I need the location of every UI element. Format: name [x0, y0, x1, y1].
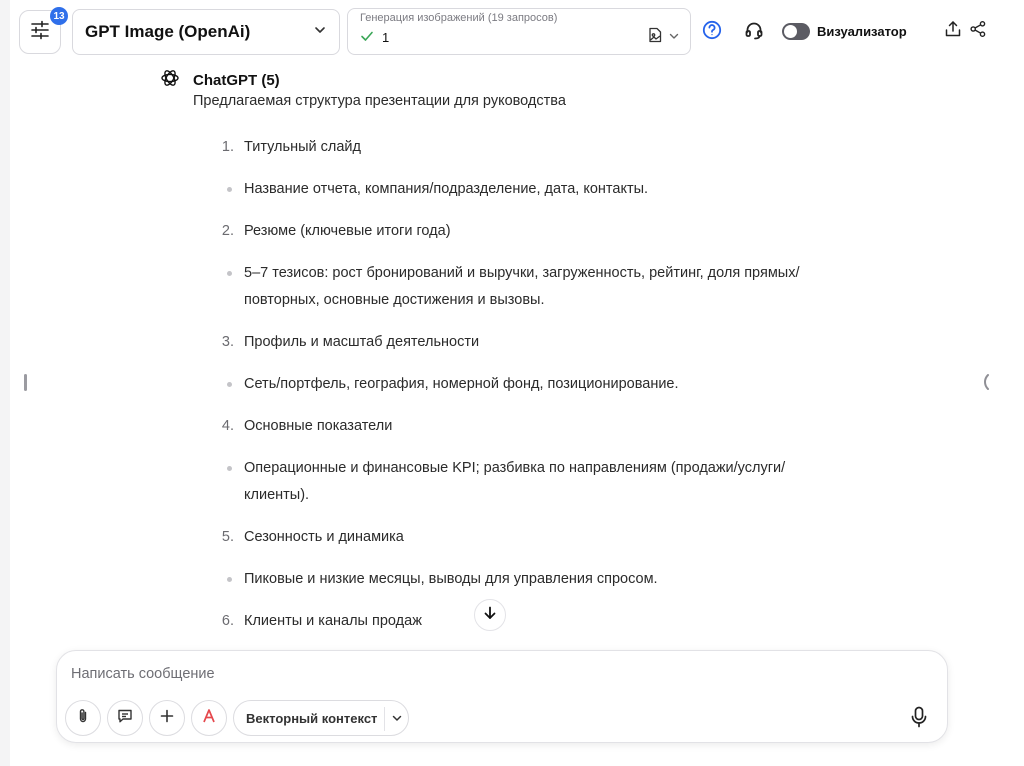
list-item-text: Сеть/портфель, география, номерной фонд,…: [244, 376, 679, 392]
bullet-dot: [227, 382, 232, 387]
bullet-list-item: Название отчета, компания/подразделение,…: [200, 176, 844, 203]
numbered-list-item: 3. Профиль и масштаб деятельности: [200, 329, 844, 356]
prompts-button[interactable]: [107, 700, 143, 736]
notification-badge: 13: [50, 7, 68, 25]
visualizer-toggle[interactable]: Визуализатор: [782, 23, 907, 40]
bullet-list-item: Сеть/портфель, география, номерной фонд,…: [200, 371, 844, 398]
list-item-text: Клиенты и каналы продаж: [244, 613, 422, 629]
share-button[interactable]: [967, 20, 989, 42]
bullet-list-item: Операционные и финансовые KPI; разбивка …: [200, 455, 844, 509]
list-item-text: Резюме (ключевые итоги года): [244, 223, 451, 239]
acrobat-icon: [201, 708, 217, 729]
sliders-icon: [30, 20, 50, 45]
help-button[interactable]: [701, 20, 723, 45]
model-select-label: GPT Image (OpenAi): [85, 22, 251, 41]
bullet-dot: [227, 466, 232, 471]
numbered-list-item: 5. Сезонность и динамика: [200, 524, 844, 551]
bullet-dot: [227, 577, 232, 582]
message-input[interactable]: [71, 666, 831, 682]
openai-logo-icon: [160, 68, 180, 93]
list-item-text: Пиковые и низкие месяцы, выводы для упра…: [244, 571, 658, 587]
chevron-left-icon: [982, 374, 990, 395]
help-circle-icon: [702, 20, 722, 45]
bullet-list-item: Пиковые и низкие месяцы, выводы для упра…: [200, 566, 844, 593]
bullet-dot: [227, 271, 232, 276]
message-composer: Векторный контекст: [56, 650, 948, 743]
chevron-down-icon: [313, 23, 327, 42]
list-number: 6.: [221, 613, 234, 629]
chevron-down-icon[interactable]: [386, 701, 408, 735]
list-item-text: Основные показатели: [244, 418, 393, 434]
check-icon: [360, 29, 374, 46]
export-button[interactable]: [942, 20, 964, 42]
list-item-text: Сезонность и динамика: [244, 529, 404, 545]
list-number: 3.: [221, 334, 234, 350]
share-icon: [969, 20, 987, 43]
attach-button[interactable]: [65, 700, 101, 736]
paperclip-icon: [75, 708, 91, 729]
list-item-text: Операционные и финансовые KPI; разбивка …: [244, 460, 786, 503]
image-generation-select[interactable]: Генерация изображений (19 запросов) 1: [347, 8, 691, 55]
list-number: 2.: [221, 223, 234, 239]
list-item-text: Титульный слайд: [244, 139, 361, 155]
chevron-down-icon: [668, 29, 680, 47]
toggle-switch[interactable]: [782, 23, 810, 40]
message-author: ChatGPT (5): [193, 72, 280, 89]
message-intro: Предлагаемая структура презентации для р…: [193, 93, 566, 109]
scroll-to-bottom-button[interactable]: [474, 599, 506, 631]
bullet-list-item: 5–7 тезисов: рост бронирований и выручки…: [200, 260, 844, 314]
voice-input-button[interactable]: [909, 706, 929, 733]
left-edge-strip: [0, 0, 10, 766]
generation-title: Генерация изображений (19 запросов): [360, 12, 558, 24]
add-button[interactable]: [149, 700, 185, 736]
acrobat-button[interactable]: [191, 700, 227, 736]
list-number: 5.: [221, 529, 234, 545]
numbered-list-item: 1. Титульный слайд: [200, 134, 844, 161]
headset-icon: [744, 20, 764, 45]
numbered-list-item: 4. Основные показатели: [200, 413, 844, 440]
list-item-text: 5–7 тезисов: рост бронирований и выручки…: [244, 265, 800, 308]
vector-context-label: Векторный контекст: [246, 710, 378, 726]
list-item-text: Название отчета, компания/подразделение,…: [244, 181, 649, 197]
list-number: 1.: [221, 139, 234, 155]
chat-bubble-icon: [117, 708, 133, 729]
right-panel-handle[interactable]: [982, 373, 990, 396]
image-file-icon: [648, 27, 662, 48]
left-panel-handle[interactable]: [24, 374, 27, 391]
plus-icon: [159, 708, 175, 729]
toggle-label: Визуализатор: [817, 24, 907, 39]
divider: [384, 707, 385, 731]
list-item-text: Профиль и масштаб деятельности: [244, 334, 480, 350]
message-header: ChatGPT (5): [160, 68, 280, 93]
microphone-icon: [909, 706, 929, 732]
model-select[interactable]: GPT Image (OpenAi): [72, 9, 340, 55]
numbered-list-item: 2. Резюме (ключевые итоги года): [200, 218, 844, 245]
arrow-down-icon: [483, 606, 497, 625]
generation-value: 1: [382, 30, 390, 45]
numbered-list-item: 6. Клиенты и каналы продаж: [200, 608, 844, 635]
support-button[interactable]: [743, 21, 765, 43]
bullet-dot: [227, 187, 232, 192]
list-number: 4.: [221, 418, 234, 434]
vector-context-select[interactable]: Векторный контекст: [233, 700, 409, 736]
upload-icon: [944, 20, 962, 43]
